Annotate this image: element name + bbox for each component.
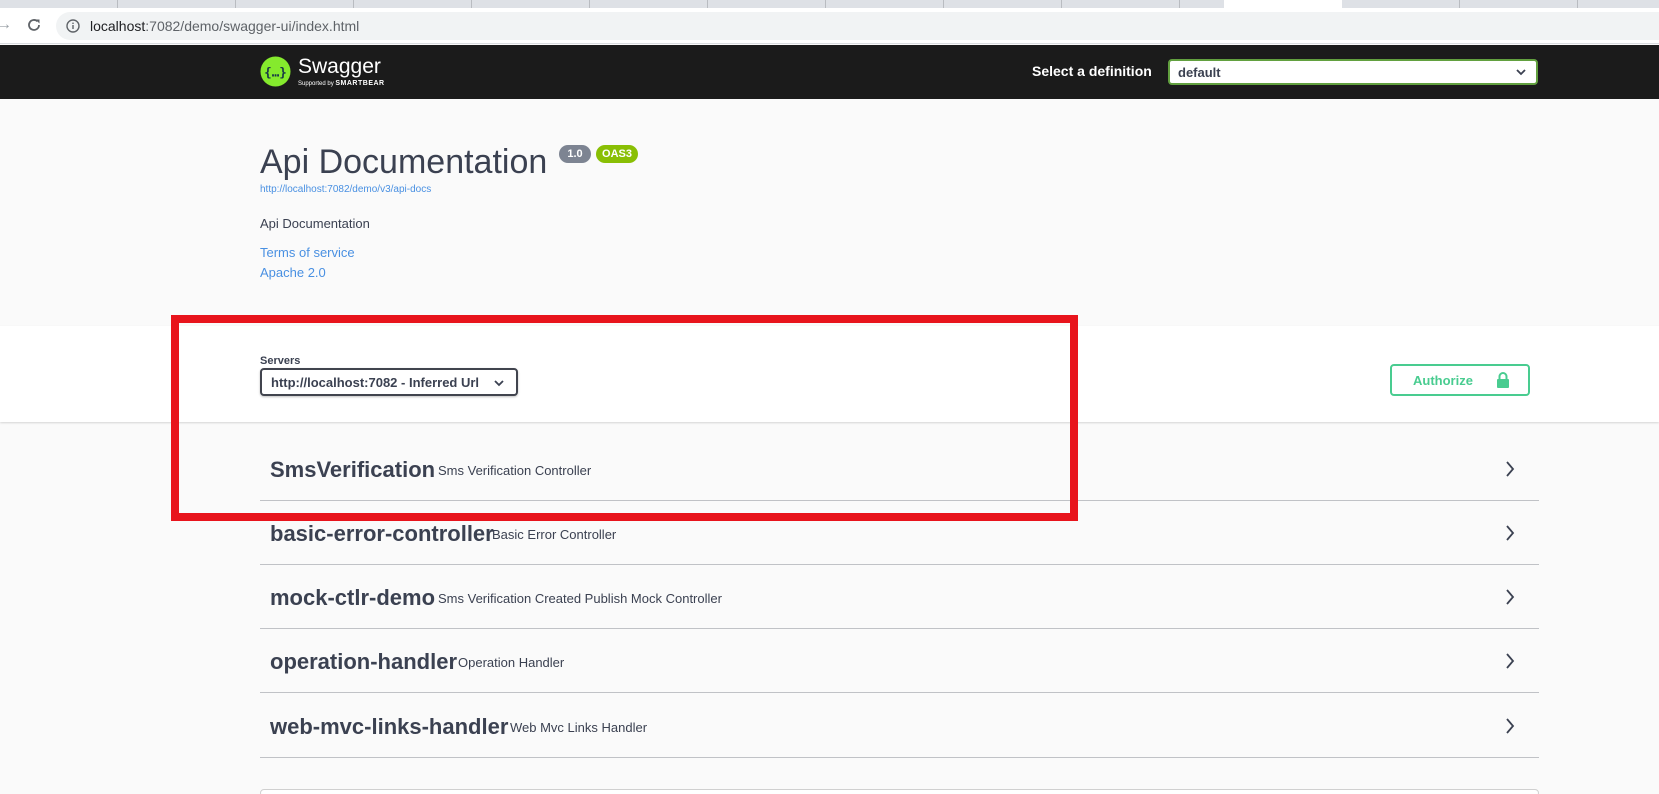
browser-tab[interactable]	[944, 0, 1062, 8]
logo-subtitle: Supported by SMARTBEAR	[298, 80, 385, 88]
tag-description: Operation Handler	[458, 655, 565, 670]
definition-label: Select a definition	[1032, 63, 1152, 79]
info-icon[interactable]	[66, 19, 80, 33]
definition-select[interactable]: default	[1168, 59, 1538, 85]
chevron-right-icon[interactable]	[1505, 524, 1515, 542]
version-badge: 1.0	[559, 145, 591, 163]
schemas-section-edge	[260, 789, 1539, 794]
lock-icon	[1497, 372, 1509, 388]
browser-tab[interactable]	[0, 0, 118, 8]
browser-tab[interactable]	[1460, 0, 1578, 8]
tag-section-mock-ctlr-demo[interactable]: mock-ctlr-demo Sms Verification Created …	[260, 565, 1539, 629]
browser-tab[interactable]	[708, 0, 826, 8]
swagger-logo-icon: {…}	[260, 56, 291, 87]
tag-name: basic-error-controller	[270, 521, 494, 546]
address-url[interactable]: localhost:7082/demo/swagger-ui/index.htm…	[90, 18, 359, 34]
tag-name: operation-handler	[270, 649, 458, 674]
swagger-topbar: {…} Swagger Supported by SMARTBEAR Selec…	[0, 45, 1659, 99]
browser-tab[interactable]	[1062, 0, 1180, 8]
chevron-right-icon[interactable]	[1505, 588, 1515, 606]
authorize-button[interactable]: Authorize	[1390, 364, 1530, 396]
chevron-right-icon[interactable]	[1505, 460, 1515, 478]
reload-icon[interactable]	[25, 16, 43, 34]
browser-toolbar: → localhost:7082/demo/swagger-ui/index.h…	[0, 8, 1659, 44]
license-link[interactable]: Apache 2.0	[260, 265, 326, 281]
url-host: localhost	[90, 18, 146, 34]
logo-text: Swagger	[298, 55, 381, 78]
chevron-down-icon	[1516, 69, 1526, 76]
forward-arrow-icon[interactable]: →	[0, 16, 12, 34]
browser-tab-active[interactable]	[1224, 0, 1342, 8]
tag-name: mock-ctlr-demo	[270, 585, 436, 610]
oas-badge: OAS3	[596, 145, 638, 163]
highlight-box	[171, 315, 1078, 521]
address-bar[interactable]: localhost:7082/demo/swagger-ui/index.htm…	[56, 12, 1659, 40]
browser-tab[interactable]	[354, 0, 472, 8]
tag-section-operation-handler[interactable]: operation-handler Operation Handler	[260, 629, 1539, 693]
browser-tab[interactable]	[590, 0, 708, 8]
browser-tab[interactable]	[1342, 0, 1460, 8]
browser-tab-strip	[0, 0, 1659, 8]
tag-section-web-mvc-links-handler[interactable]: web-mvc-links-handler Web Mvc Links Hand…	[260, 694, 1539, 758]
tag-description: Sms Verification Created Publish Mock Co…	[438, 591, 722, 606]
authorize-label: Authorize	[1413, 373, 1473, 388]
tag-name: web-mvc-links-handler	[270, 714, 509, 739]
logo-sub-prefix: Supported by	[298, 81, 334, 87]
swagger-logo[interactable]: {…} Swagger Supported by SMARTBEAR	[260, 54, 400, 90]
svg-text:{…}: {…}	[264, 64, 287, 79]
browser-tab[interactable]	[826, 0, 944, 8]
api-title: Api Documentation	[260, 143, 548, 181]
api-description: Api Documentation	[260, 216, 370, 231]
chevron-right-icon[interactable]	[1505, 652, 1515, 670]
logo-sub-brand: SMARTBEAR	[335, 80, 385, 87]
terms-of-service-link[interactable]: Terms of service	[260, 245, 355, 261]
tag-description: Web Mvc Links Handler	[510, 720, 648, 735]
browser-tab[interactable]	[472, 0, 590, 8]
api-docs-link[interactable]: http://localhost:7082/demo/v3/api-docs	[260, 184, 431, 196]
chevron-right-icon[interactable]	[1505, 717, 1515, 735]
browser-tab[interactable]	[118, 0, 236, 8]
url-path: :7082/demo/swagger-ui/index.html	[145, 18, 360, 34]
definition-value: default	[1178, 65, 1221, 80]
browser-tab[interactable]	[236, 0, 354, 8]
tag-description: Basic Error Controller	[492, 527, 617, 542]
